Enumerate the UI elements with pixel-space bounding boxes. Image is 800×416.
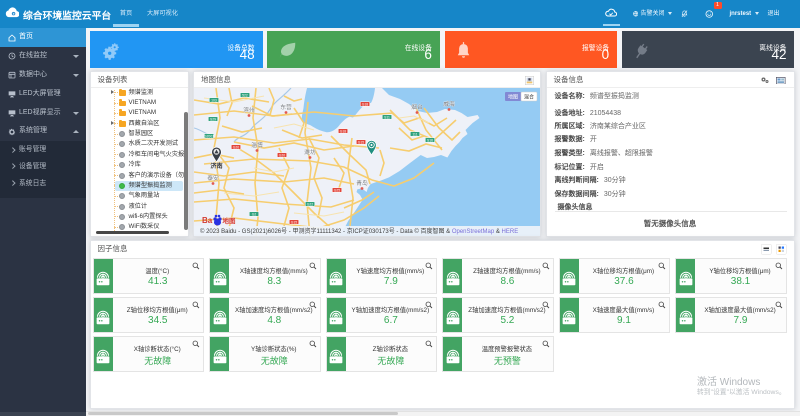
svg-text:济南: 济南 bbox=[210, 162, 222, 170]
svg-text:G20: G20 bbox=[233, 145, 240, 149]
svg-text:青岛: 青岛 bbox=[356, 179, 368, 187]
svg-text:地图: 地图 bbox=[223, 216, 237, 225]
svg-text:滨州: 滨州 bbox=[243, 106, 255, 114]
svg-text:111: 111 bbox=[412, 132, 417, 136]
svg-text:潍坊: 潍坊 bbox=[304, 148, 316, 156]
svg-text:淄博: 淄博 bbox=[251, 141, 263, 149]
svg-text:S29: S29 bbox=[210, 117, 216, 121]
svg-text:G18: G18 bbox=[362, 102, 369, 106]
svg-text:烟台: 烟台 bbox=[411, 103, 423, 111]
svg-text:东营: 东营 bbox=[280, 103, 292, 111]
svg-text:103: 103 bbox=[211, 98, 217, 102]
svg-text:S16: S16 bbox=[427, 138, 433, 142]
svg-text:G22: G22 bbox=[307, 202, 314, 206]
svg-text:© 2023 Baidu - GS(2021)6026号 -: © 2023 Baidu - GS(2021)6026号 - 甲测资字11111… bbox=[200, 227, 518, 235]
svg-text:522: 522 bbox=[242, 93, 248, 97]
svg-text:G20: G20 bbox=[279, 153, 286, 157]
svg-text:Ba: Ba bbox=[202, 216, 213, 225]
svg-text:G25: G25 bbox=[334, 188, 341, 192]
svg-text:G15: G15 bbox=[358, 140, 365, 144]
svg-text:G2: G2 bbox=[252, 212, 257, 216]
svg-text:G2001: G2001 bbox=[204, 134, 214, 138]
svg-text:混合: 混合 bbox=[524, 94, 534, 101]
svg-text:威海: 威海 bbox=[443, 100, 455, 108]
svg-text:泰安: 泰安 bbox=[207, 174, 219, 182]
svg-text:G18: G18 bbox=[340, 129, 347, 133]
svg-text:地图: 地图 bbox=[508, 94, 518, 101]
svg-text:G15: G15 bbox=[291, 220, 298, 224]
svg-text:S11: S11 bbox=[384, 115, 390, 119]
